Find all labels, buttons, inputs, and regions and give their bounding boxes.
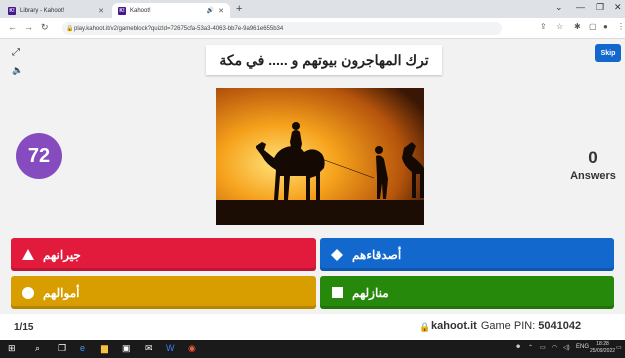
minimize-icon[interactable]: — [576, 2, 585, 12]
edge-icon[interactable]: e [80, 343, 85, 353]
url-field[interactable]: 🔒 play.kahoot.it/v2/gameblock?quizId=726… [62, 22, 502, 35]
language-indicator[interactable]: ENG [576, 344, 589, 350]
task-view-icon[interactable]: ❐ [58, 343, 66, 354]
bookmark-star-icon[interactable]: ☆ [556, 22, 563, 31]
profile-icon[interactable]: ● [603, 22, 608, 31]
audio-playing-icon[interactable]: 🔊 [207, 7, 214, 14]
clock-time: 18:28 [596, 341, 609, 347]
reload-icon[interactable]: ↻ [41, 22, 49, 33]
restore-icon[interactable]: ❐ [596, 2, 604, 13]
new-tab-button[interactable]: + [236, 3, 242, 15]
answer-red-button[interactable]: جيرانهم [11, 238, 316, 271]
volume-icon[interactable]: ◁) [563, 344, 570, 351]
tab-label: Library - Kahoot! [20, 7, 65, 14]
forward-icon[interactable]: → [24, 22, 33, 32]
tab-kahoot[interactable]: K! Kahoot! 🔊 ✕ [112, 3, 230, 18]
notifications-icon[interactable]: ▭ [616, 344, 622, 351]
file-explorer-icon[interactable]: ▆ [101, 343, 108, 354]
answer-blue-button[interactable]: أصدقاءهم [320, 238, 614, 271]
windows-start-icon[interactable]: ⊞ [8, 343, 16, 354]
close-tab-icon[interactable]: ✕ [98, 7, 104, 15]
countdown-timer: 72 [16, 133, 62, 179]
battery-icon[interactable]: ▭ [540, 344, 546, 351]
answer-yellow-button[interactable]: أموالهم [11, 276, 316, 309]
kahoot-favicon-icon: K! [8, 6, 16, 15]
fullscreen-icon[interactable]: ⤢ [12, 47, 20, 58]
skip-button[interactable]: Skip [595, 44, 621, 62]
square-icon [330, 286, 344, 300]
menu-icon[interactable]: ⋮ [617, 22, 625, 31]
game-pin-label: Game PIN: [480, 320, 536, 332]
question-title: ترك المهاجرون بيوتهم و ..... في مكة [206, 45, 442, 75]
close-tab-icon[interactable]: ✕ [218, 7, 224, 15]
search-icon[interactable]: ⌕ [35, 343, 40, 354]
brand-label: kahoot.it [431, 320, 477, 332]
tab-label: Kahoot! [130, 7, 151, 14]
wifi-icon[interactable]: ◠ [552, 344, 557, 351]
answer-text: أصدقاءهم [352, 247, 402, 262]
word-icon[interactable]: W [166, 343, 175, 353]
back-icon[interactable]: ← [8, 22, 17, 32]
circle-icon [21, 286, 35, 300]
question-image [216, 88, 424, 225]
chevron-down-icon[interactable]: ⌄ [555, 2, 563, 13]
browser-tab-bar: K! Library - Kahoot! ✕ K! Kahoot! 🔊 ✕ [0, 0, 625, 18]
question-counter: 1/15 [14, 322, 34, 333]
triangle-icon [21, 248, 35, 262]
lock-icon: 🔒 [66, 26, 74, 32]
people-icon[interactable]: ☻ [515, 344, 521, 350]
diamond-icon [330, 248, 344, 262]
answers-count: 0 [588, 148, 598, 167]
answer-text: منازلهم [352, 285, 389, 300]
tray-chevron-icon[interactable]: ⌃ [528, 344, 533, 351]
share-icon[interactable]: ⇪ [540, 22, 547, 31]
clock[interactable]: 18:28 25/09/2022 [590, 341, 615, 355]
sidebar-icon[interactable]: ▢ [589, 22, 597, 31]
clock-date: 25/09/2022 [590, 348, 616, 354]
kahoot-favicon-icon: K! [118, 6, 126, 15]
game-pin-value: 5041042 [538, 320, 582, 332]
extensions-icon[interactable]: ✱ [574, 22, 581, 31]
lock-icon: 🔒 [419, 322, 431, 332]
sound-icon[interactable]: 🔈 [12, 65, 23, 76]
game-pin-area: kahoot.it Game PIN: 5041042 [431, 320, 581, 332]
answer-green-button[interactable]: منازلهم [320, 276, 614, 309]
answers-label: Answers [570, 170, 616, 182]
mail-icon[interactable]: ✉ [145, 343, 153, 354]
store-icon[interactable]: ▣ [122, 343, 131, 354]
tab-library[interactable]: K! Library - Kahoot! ✕ [2, 3, 110, 18]
chrome-icon[interactable]: ◉ [188, 343, 196, 354]
answer-text: أموالهم [43, 285, 80, 300]
close-icon[interactable]: ✕ [614, 2, 622, 13]
url-text: play.kahoot.it/v2/gameblock?quizId=72675… [74, 25, 284, 32]
answer-text: جيرانهم [43, 247, 81, 262]
